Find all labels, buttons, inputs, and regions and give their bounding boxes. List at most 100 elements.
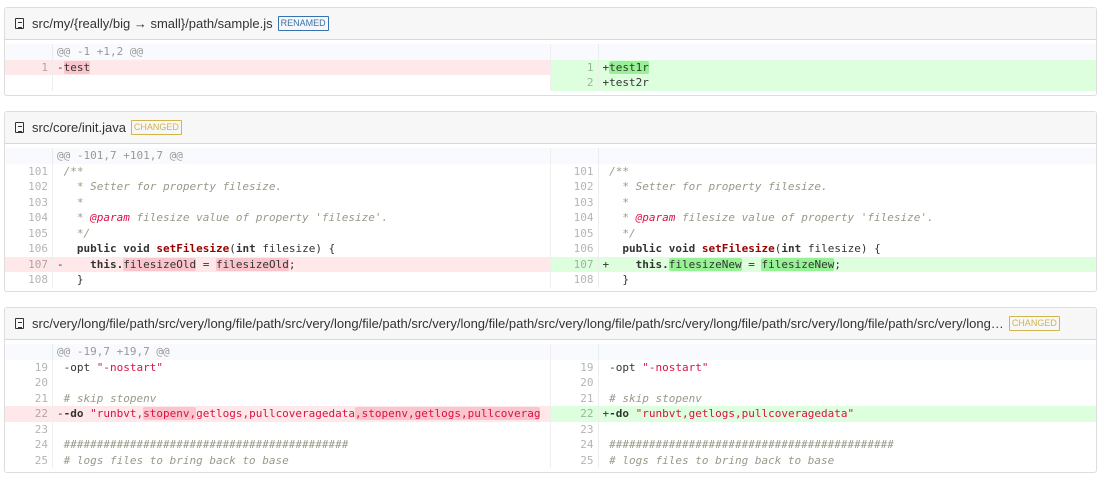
diff-line-ctx: 23	[5, 421, 550, 437]
file-status-badge: RENAMED	[277, 16, 329, 31]
diff-file: src/my/{really/big → small}/path/sample.…	[4, 7, 1097, 96]
line-code: * @param filesize value of property 'fil…	[599, 210, 1097, 226]
code-token: *	[57, 211, 91, 224]
changed-token: filesizeOld	[123, 257, 197, 271]
code-token: -opt	[57, 360, 97, 374]
line-code: +test2r	[599, 75, 1097, 91]
code-token: getlogs,pullcoveragedata	[196, 407, 356, 420]
file-header: src/my/{really/big → small}/path/sample.…	[5, 8, 1096, 40]
line-number: 101	[551, 163, 599, 179]
line-number: 25	[5, 452, 53, 468]
line-number: 103	[551, 194, 599, 210]
diff-line-ctx: 108 }	[551, 272, 1097, 288]
line-code: */	[53, 226, 550, 242]
code-token: @@ -1 +1,2 @@	[57, 45, 144, 58]
code-token: * Setter for property filesize.	[602, 180, 828, 193]
code-token: * Setter for property filesize.	[57, 180, 283, 193]
line-code: # logs files to bring back to base	[53, 453, 550, 469]
line-code: public void setFilesize(int filesize) {	[53, 241, 550, 257]
diff-line-ctx: 108 }	[5, 272, 550, 288]
code-token: ;	[834, 257, 841, 271]
diff-line-ctx: 21 # skip stopenv	[5, 390, 550, 406]
changed-token: stopenv,	[143, 407, 197, 420]
line-code: +-do "runbvt,getlogs,pullcoveragedata"	[599, 406, 1097, 422]
changed-token: filesizeNew	[761, 257, 835, 271]
code-token: filesize) {	[801, 242, 881, 255]
line-code: --do "runbvt,stopenv,getlogs,pullcoverag…	[53, 406, 550, 422]
file-icon	[15, 18, 24, 29]
line-number: 2	[551, 75, 599, 91]
changed-token: test1r	[609, 60, 649, 74]
diff-line-ctx: 23	[551, 421, 1097, 438]
code-token: -do	[609, 407, 629, 420]
code-token: int	[235, 242, 256, 255]
code-token: }	[602, 273, 629, 286]
line-code: *	[53, 195, 550, 211]
code-token: "-nostart"	[642, 360, 709, 374]
left-side: @@ -1 +1,2 @@ 1 -test	[5, 44, 551, 91]
code-token: filesize value of property 'filesize'.	[129, 211, 389, 224]
code-token: filesize) {	[255, 242, 336, 255]
code-token: "runbvt,	[90, 407, 144, 420]
line-number: 102	[5, 179, 53, 195]
code-token: ;	[288, 257, 296, 271]
left-side: @@ -19,7 +19,7 @@ 19 -opt "-nostart" 20 21 …	[5, 344, 551, 468]
diff-line-ctx: 19 -opt "-nostart"	[551, 359, 1097, 375]
diff-line-ins: 2 +test2r	[550, 75, 1097, 91]
code-token: *	[57, 195, 84, 209]
file-name[interactable]: src/very/long/file/path/src/very/long/fi…	[32, 316, 1004, 331]
code-token: *	[602, 195, 629, 209]
file-name[interactable]: src/my/{really/big → small}/path/sample.…	[32, 16, 273, 31]
line-code: + this.filesizeNew = filesizeNew;	[599, 257, 1097, 273]
code-token: int	[781, 242, 802, 255]
changed-token: test	[63, 60, 91, 74]
line-number: 20	[551, 375, 599, 391]
code-token: -	[57, 407, 64, 420]
line-number: 23	[551, 421, 599, 437]
code-token: # skip stopenv	[57, 391, 157, 405]
diff-line-ctx: 106 public void setFilesize(int filesize…	[551, 241, 1097, 257]
code-token: /**	[63, 164, 84, 178]
code-token: -do	[63, 407, 84, 420]
line-code: @@ -19,7 +19,7 @@	[53, 344, 550, 360]
line-code: }	[599, 272, 1097, 288]
line-number: 108	[551, 272, 599, 288]
line-number: 21	[551, 390, 599, 406]
line-number	[5, 344, 53, 360]
line-code: ########################################…	[599, 437, 1097, 453]
line-number: 1	[5, 59, 53, 75]
code-token: this.	[635, 257, 669, 271]
code-token: +test2r	[602, 76, 649, 89]
diff-file: src/very/long/file/path/src/very/long/fi…	[4, 307, 1097, 473]
code-token: }	[57, 273, 84, 286]
code-token: # logs files to bring back to base	[602, 453, 835, 467]
file-status-badge: CHANGED	[130, 120, 182, 135]
hunk-header-row: @@ -19,7 +19,7 @@	[5, 344, 550, 360]
line-number: 24	[5, 437, 53, 453]
diff-line-ctx: 19 -opt "-nostart"	[5, 359, 550, 375]
line-code: @@ -101,7 +101,7 @@	[53, 148, 550, 164]
hunk-header-row	[550, 344, 1096, 360]
code-token: =	[741, 257, 762, 271]
right-side: 1 +test1r 2 +test2r	[550, 44, 1097, 91]
line-code: public void setFilesize(int filesize) {	[599, 241, 1097, 257]
code-token: @@ -101,7 +101,7 @@	[57, 149, 183, 162]
diff-line-ctx: 103 *	[551, 194, 1097, 210]
left-side: @@ -101,7 +101,7 @@ 101 /** 102 * Setter f…	[5, 148, 551, 288]
code-token: public void	[622, 242, 696, 255]
file-name[interactable]: src/core/init.java	[32, 120, 126, 135]
diff-line-del: 1 -test	[5, 59, 550, 75]
line-number: 19	[551, 359, 599, 375]
line-number: 19	[5, 359, 53, 375]
line-number: 21	[5, 390, 53, 406]
diff-line-ctx: 102 * Setter for property filesize.	[551, 179, 1097, 195]
code-token: ########################################…	[602, 438, 894, 451]
code-token: @param	[90, 211, 130, 224]
